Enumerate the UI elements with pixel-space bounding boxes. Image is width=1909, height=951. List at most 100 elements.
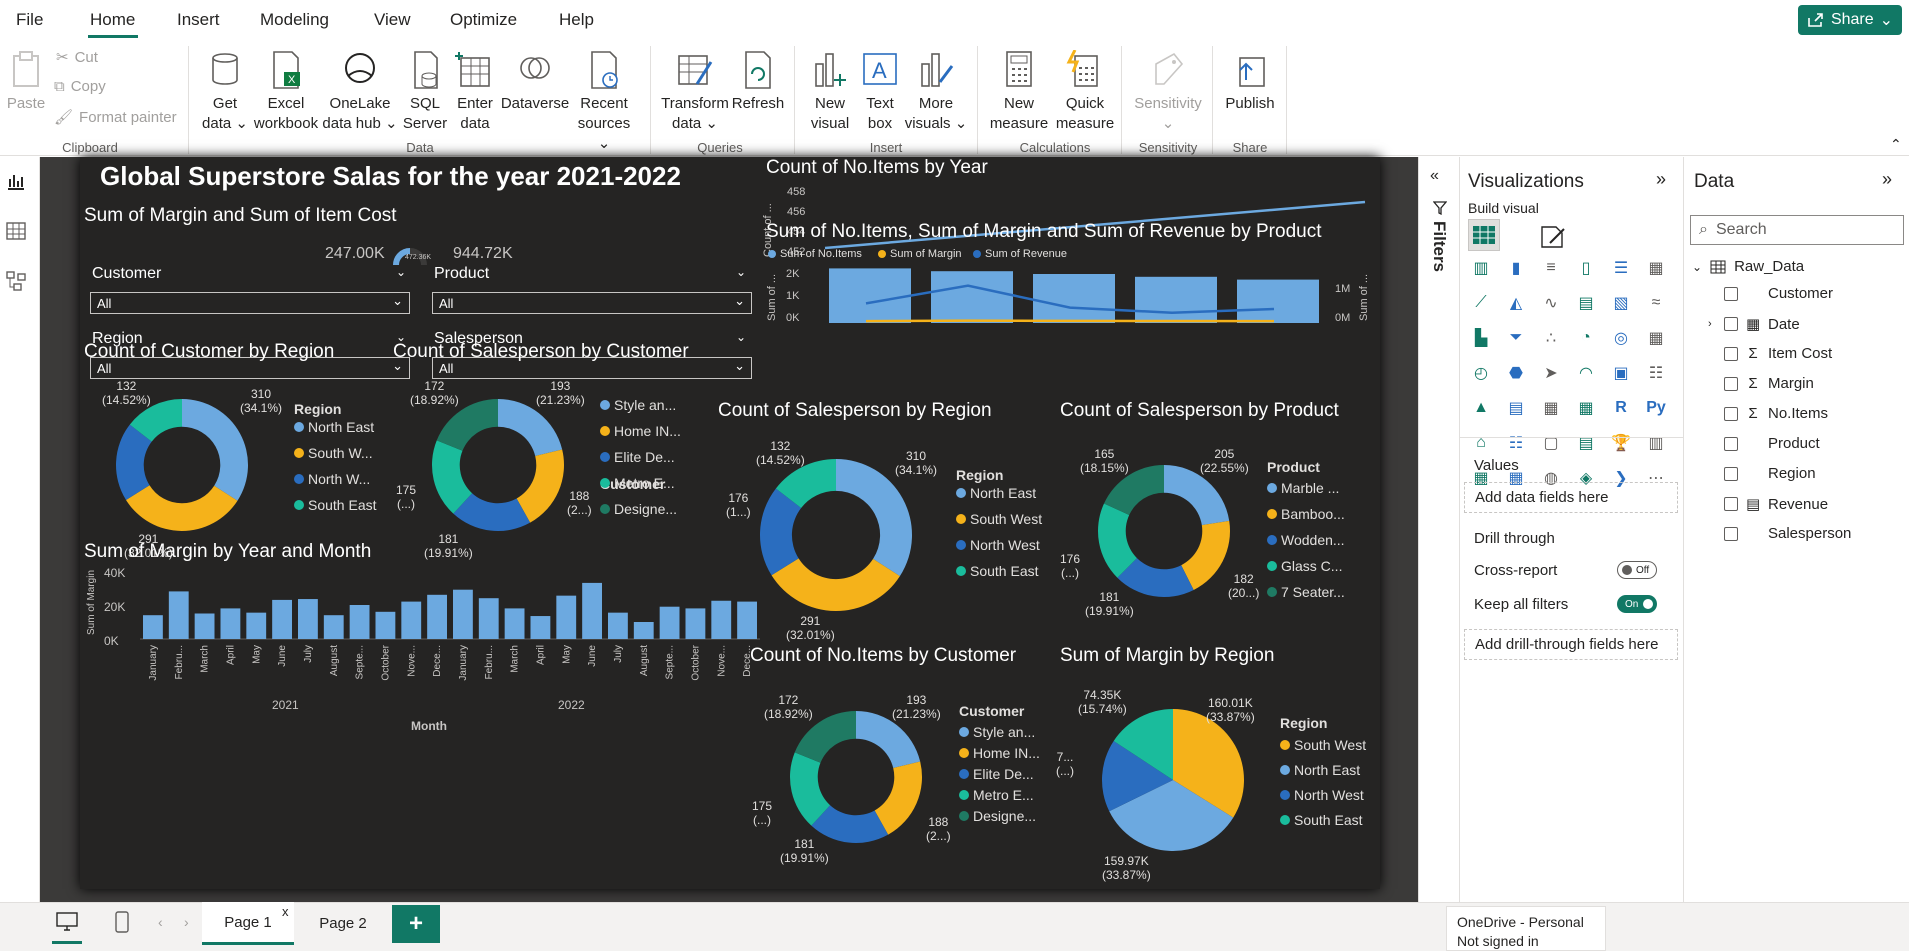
field-row[interactable]: ▤ Revenue (1708, 495, 1828, 513)
viz-type-icon-9[interactable]: ▤ (1573, 290, 1599, 316)
tab-page-2[interactable]: Page 2 (298, 902, 388, 945)
viz-type-icon-32[interactable]: ▢ (1538, 430, 1564, 456)
sensitivity-button[interactable]: Sensitivity ⌄ (1128, 50, 1208, 134)
quick-measure-button[interactable]: Quick measure (1052, 49, 1118, 134)
menu-home[interactable]: Home (90, 10, 135, 30)
transform-data-button[interactable]: Transform data ⌄ (660, 50, 730, 134)
menu-insert[interactable]: Insert (177, 10, 220, 30)
chevron-down-icon[interactable]: ⌄ (396, 265, 406, 279)
viz-type-icon-30[interactable]: ⌂ (1468, 430, 1494, 456)
collapse-ribbon-icon[interactable]: ⌃ (1890, 136, 1902, 153)
field-checkbox[interactable] (1724, 466, 1738, 481)
menu-optimize[interactable]: Optimize (450, 10, 517, 30)
slicer-product-dropdown[interactable]: All ⌄ (432, 292, 752, 314)
keep-filters-toggle[interactable]: On (1617, 595, 1657, 613)
chevron-left-icon[interactable]: ‹ (158, 914, 163, 930)
viz-type-icon-19[interactable]: ⬣ (1503, 360, 1529, 386)
build-visual-tab[interactable] (1468, 219, 1500, 251)
viz-type-icon-6[interactable]: ⟋ (1468, 290, 1494, 316)
new-visual-button[interactable]: New visual (804, 50, 856, 134)
excel-workbook-button[interactable]: X Excel workbook (252, 50, 320, 134)
menu-file[interactable]: File (16, 10, 43, 30)
viz-type-icon-23[interactable]: ☷ (1643, 360, 1669, 386)
model-view-icon[interactable] (6, 271, 26, 296)
viz-type-icon-35[interactable]: ▥ (1643, 430, 1669, 456)
table-raw-data[interactable]: ⌄ Raw_Data (1692, 258, 1804, 275)
publish-button[interactable]: Publish (1220, 50, 1280, 114)
viz-type-icon-22[interactable]: ▣ (1608, 360, 1634, 386)
viz-type-icon-17[interactable]: ▦ (1643, 325, 1669, 351)
chevron-down-icon[interactable]: ⌄ (736, 330, 746, 344)
viz-type-icon-34[interactable]: 🏆 (1608, 430, 1634, 456)
viz-type-icon-18[interactable]: ◴ (1468, 360, 1494, 386)
onelake-button[interactable]: OneLake data hub ⌄ (320, 50, 400, 134)
paste-button[interactable]: Paste (4, 50, 48, 114)
field-row[interactable]: Salesperson (1708, 525, 1851, 542)
double-chevron-right-icon[interactable]: » (1656, 169, 1666, 190)
viz-type-icon-2[interactable]: ≡ (1538, 255, 1564, 281)
field-row[interactable]: Customer (1708, 285, 1833, 302)
field-checkbox[interactable] (1724, 497, 1738, 511)
table-view-icon[interactable] (6, 221, 26, 246)
copy-button[interactable]: ⧉ Copy (54, 78, 106, 95)
field-row[interactable]: Σ Item Cost (1708, 345, 1832, 362)
chevron-down-icon[interactable]: ⌄ (736, 265, 746, 279)
drill-through-well[interactable]: Add drill-through fields here (1464, 629, 1678, 660)
dataverse-button[interactable]: Dataverse (500, 50, 570, 114)
menu-help[interactable]: Help (559, 10, 594, 30)
double-chevron-right-icon[interactable]: » (1882, 169, 1892, 190)
viz-type-icon-7[interactable]: ◭ (1503, 290, 1529, 316)
viz-type-icon-3[interactable]: ▯ (1573, 255, 1599, 281)
viz-type-icon-26[interactable]: ▦ (1538, 395, 1564, 421)
refresh-button[interactable]: Refresh (730, 50, 786, 114)
viz-type-icon-27[interactable]: ▦ (1573, 395, 1599, 421)
double-chevron-left-icon[interactable]: « (1430, 167, 1439, 185)
recent-sources-button[interactable]: Recent sources ⌄ (572, 50, 636, 154)
field-checkbox[interactable] (1724, 286, 1738, 301)
text-box-button[interactable]: A Text box (856, 50, 904, 134)
more-visuals-button[interactable]: More visuals ⌄ (904, 50, 968, 134)
add-page-button[interactable]: + (392, 905, 440, 943)
viz-type-icon-4[interactable]: ☰ (1608, 255, 1634, 281)
viz-type-icon-8[interactable]: ∿ (1538, 290, 1564, 316)
format-painter-button[interactable]: 🖌 Format painter (54, 108, 177, 127)
field-row[interactable]: Σ No.Items (1708, 405, 1828, 422)
viz-type-icon-12[interactable]: ▙ (1468, 325, 1494, 351)
viz-type-icon-31[interactable]: ☷ (1503, 430, 1529, 456)
viz-type-icon-16[interactable]: ◎ (1608, 325, 1634, 351)
viz-type-icon-10[interactable]: ▧ (1608, 290, 1634, 316)
viz-type-icon-0[interactable]: ▥ (1468, 255, 1494, 281)
viz-type-icon-33[interactable]: ▤ (1573, 430, 1599, 456)
viz-type-icon-20[interactable]: ➤ (1538, 360, 1564, 386)
menu-modeling[interactable]: Modeling (260, 10, 329, 30)
field-checkbox[interactable] (1724, 376, 1738, 391)
viz-type-icon-1[interactable]: ▮ (1503, 255, 1529, 281)
menu-view[interactable]: View (374, 10, 411, 30)
viz-type-icon-14[interactable]: ∴ (1538, 325, 1564, 351)
field-checkbox[interactable] (1724, 406, 1738, 421)
field-row[interactable]: › ▦ Date (1708, 315, 1800, 334)
slicer-customer-dropdown[interactable]: All ⌄ (90, 292, 410, 314)
cut-button[interactable]: ✂ Cut (56, 48, 98, 67)
desktop-layout-icon[interactable] (52, 912, 82, 944)
viz-type-icon-13[interactable]: ⏷ (1503, 325, 1529, 351)
filters-pane-collapsed[interactable]: « Filters (1418, 157, 1460, 902)
enter-data-button[interactable]: Enter data (450, 50, 500, 134)
cross-report-toggle[interactable]: Off (1617, 561, 1657, 579)
get-data-button[interactable]: Get data ⌄ (198, 50, 252, 134)
chevron-right-icon[interactable]: › (184, 914, 189, 930)
viz-type-icon-24[interactable]: ▲ (1468, 395, 1494, 421)
field-checkbox[interactable] (1724, 436, 1738, 451)
new-measure-button[interactable]: New measure (986, 50, 1052, 134)
field-checkbox[interactable] (1724, 317, 1738, 331)
viz-type-icon-21[interactable]: ◠ (1573, 360, 1599, 386)
mobile-layout-icon[interactable] (115, 911, 129, 938)
close-tab-icon[interactable]: x (282, 904, 289, 919)
field-checkbox[interactable] (1724, 526, 1738, 541)
sql-server-button[interactable]: SQL Server (400, 50, 450, 134)
format-visual-tab[interactable] (1538, 221, 1568, 256)
report-view-icon[interactable] (6, 171, 26, 196)
values-well[interactable]: Add data fields here (1464, 482, 1678, 513)
viz-type-icon-29[interactable]: Py (1643, 395, 1669, 421)
viz-type-icon-25[interactable]: ▤ (1503, 395, 1529, 421)
